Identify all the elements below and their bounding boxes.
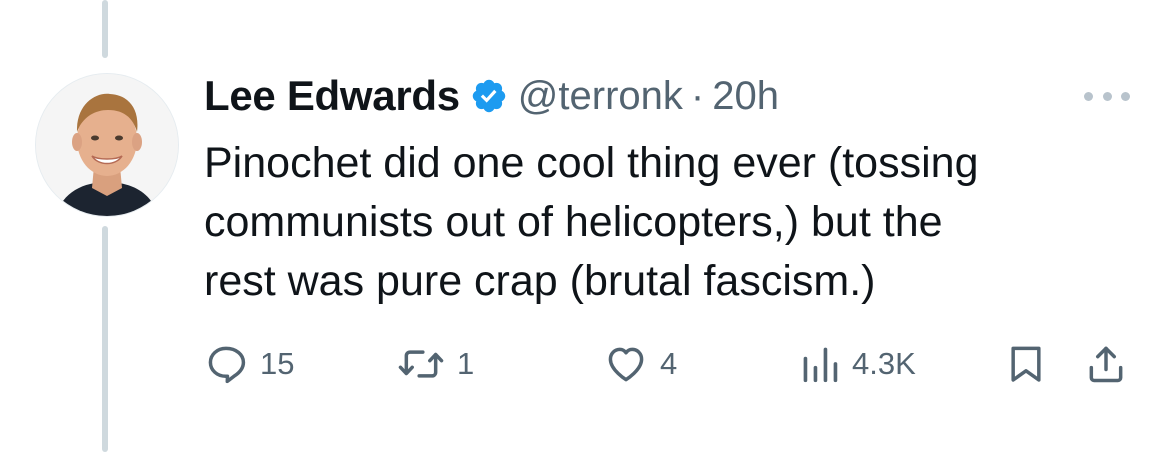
avatar-photo <box>36 74 178 216</box>
reply-icon <box>208 346 246 384</box>
tweet-text: Pinochet did one cool thing ever (tossin… <box>204 139 979 305</box>
retweet-button[interactable]: 1 <box>397 336 474 392</box>
share-button[interactable] <box>1084 336 1128 392</box>
thread-line-bottom <box>102 226 108 452</box>
bookmark-icon <box>1011 346 1041 382</box>
like-count: 4 <box>660 346 678 381</box>
retweet-count: 1 <box>457 346 475 381</box>
more-dot <box>1102 91 1112 101</box>
like-button[interactable]: 4 <box>604 336 677 392</box>
tweet-header: Lee Edwards @terronk · 20h <box>204 66 779 126</box>
verified-badge-icon[interactable] <box>470 77 508 115</box>
views-icon <box>803 347 838 383</box>
thread-line-top <box>102 0 108 58</box>
bookmark-button[interactable] <box>1004 336 1048 392</box>
tweet-timestamp[interactable]: 20h <box>712 74 779 119</box>
tweet-actions: 15 1 4 4.3K <box>204 336 1144 392</box>
reply-count: 15 <box>260 346 295 381</box>
share-icon <box>1089 346 1123 383</box>
more-dot <box>1084 91 1093 101</box>
avatar[interactable] <box>36 74 178 216</box>
views-count: 4.3K <box>852 346 916 381</box>
retweet-icon <box>398 350 444 378</box>
header-separator: · <box>690 73 705 118</box>
heart-icon <box>608 347 644 382</box>
views-button[interactable]: 4.3K <box>800 336 916 392</box>
author-display-name[interactable]: Lee Edwards <box>204 72 460 120</box>
more-dot <box>1121 91 1130 101</box>
author-handle[interactable]: @terronk <box>518 74 683 119</box>
more-options-icon[interactable] <box>1084 86 1130 106</box>
reply-button[interactable]: 15 <box>204 336 294 392</box>
